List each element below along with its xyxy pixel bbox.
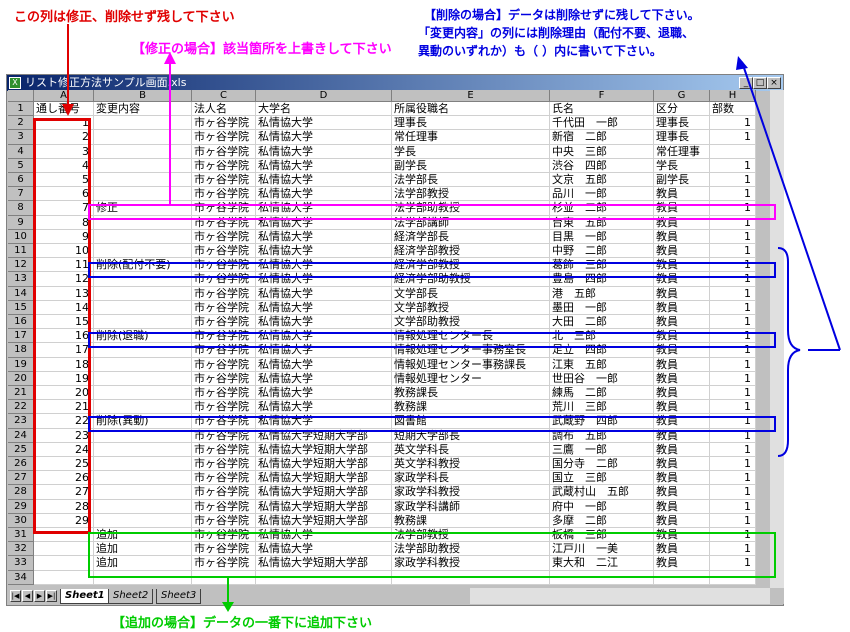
blue-arrow (741, 61, 841, 351)
blue-bracket (777, 247, 801, 457)
green-arrow-head (222, 602, 234, 612)
annotation-arrows (62, 24, 841, 612)
blue-arrow-head (736, 56, 748, 70)
red-arrow-head (62, 104, 74, 116)
pink-arrow-head (164, 52, 176, 64)
